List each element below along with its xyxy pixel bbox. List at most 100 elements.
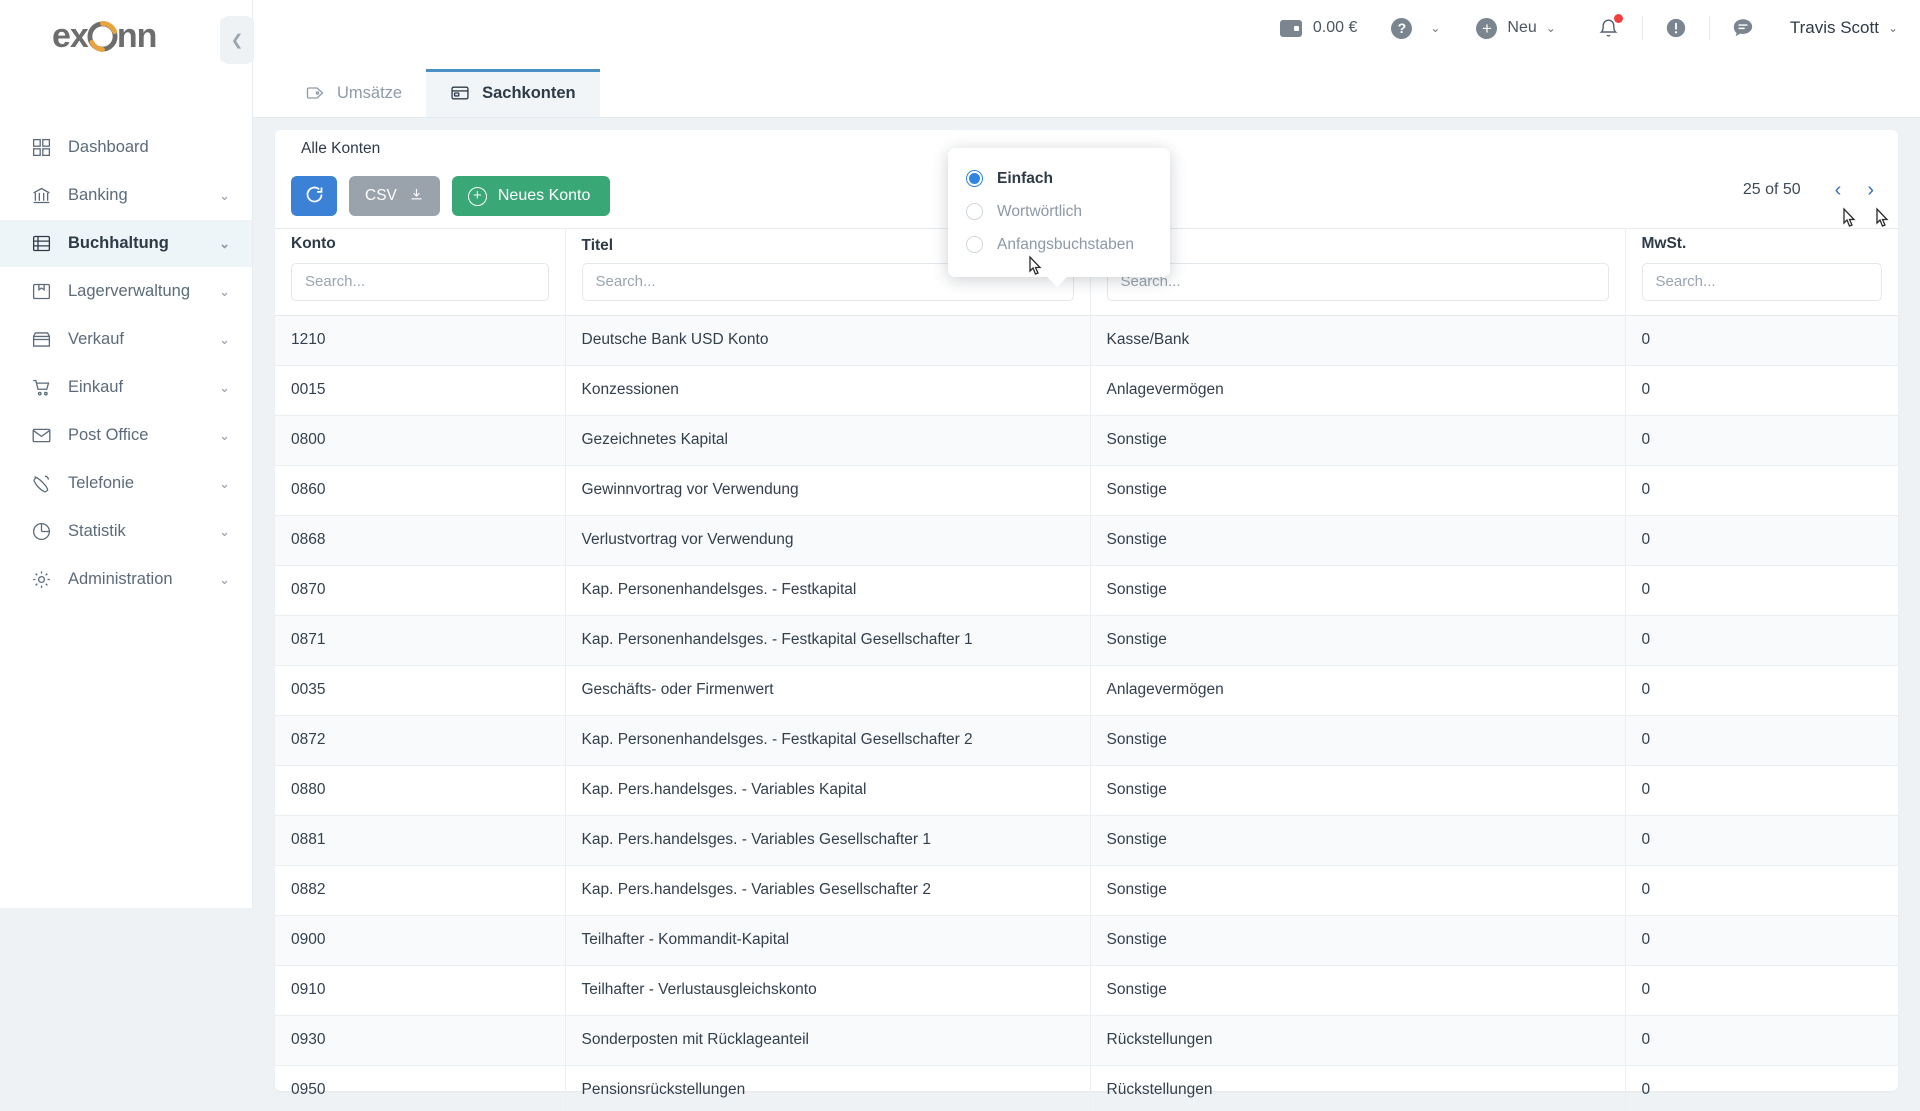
cart-icon (30, 377, 52, 399)
accounts-table: Konto Titel MwSt. Search... Search... Se… (275, 228, 1898, 1111)
table-row[interactable]: 1210 Deutsche Bank USD Konto Kasse/Bank 0 (275, 315, 1898, 366)
ledger-icon (30, 233, 52, 255)
sidebar-item-dashboard[interactable]: Dashboard (0, 124, 252, 171)
chevron-down-icon: ⌄ (219, 571, 230, 587)
sidebar-item-post-office[interactable]: Post Office ⌄ (0, 412, 252, 459)
new-account-button[interactable]: + Neues Konto (451, 176, 611, 216)
cell-titel: Kap. Personenhandelsges. - Festkapital G… (565, 615, 1091, 666)
chevron-down-icon: ⌄ (219, 283, 230, 299)
tab-sachkonten[interactable]: Sachkonten (426, 69, 600, 117)
pagination: 25 of 50 ‹ › (1743, 180, 1874, 200)
cell-titel: Gezeichnetes Kapital (565, 415, 1091, 466)
search-input-mwst[interactable] (1641, 262, 1882, 301)
cell-titel2: Sonstige (1090, 865, 1626, 916)
sidebar-collapse-button[interactable]: ❮ (220, 16, 254, 64)
cell-mwst: 0 (1625, 615, 1898, 666)
new-menu[interactable]: + Neu ⌄ (1476, 17, 1556, 39)
search-mode-label: Wortwörtlich (997, 202, 1082, 220)
table-row[interactable]: 0881 Kap. Pers.handelsges. - Variables Ge… (275, 815, 1898, 866)
sidebar-item-buchhaltung[interactable]: Buchhaltung ⌄ (0, 220, 252, 267)
cell-titel: Kap. Personenhandelsges. - Festkapital G… (565, 715, 1091, 766)
search-input-titel-2[interactable] (1106, 262, 1609, 301)
app-root: ex nn Dashboard Banking ⌄ Buchhaltung ⌄ … (0, 0, 1920, 1111)
sidebar-item-einkauf[interactable]: Einkauf ⌄ (0, 364, 252, 411)
table-row[interactable]: 0882 Kap. Pers.handelsges. - Variables Ge… (275, 865, 1898, 916)
top-bar: 0.00 € ? ⌄ + Neu ⌄ Travis Scott ⌄ (253, 0, 1920, 56)
column-label: Konto (291, 235, 336, 252)
wallet-balance[interactable]: 0.00 € (1279, 19, 1357, 37)
cell-titel2: Sonstige (1090, 415, 1626, 466)
sidebar-item-lagerverwaltung[interactable]: Lagerverwaltung ⌄ (0, 268, 252, 315)
search-mode-option-einfach[interactable]: Einfach (948, 162, 1170, 195)
csv-export-button[interactable]: CSV (349, 176, 440, 216)
cell-konto: 0900 (275, 915, 566, 966)
table-row[interactable]: 0035 Geschäfts- oder Firmenwert Anlageverm… (275, 665, 1898, 716)
tab-umsaetze[interactable]: Umsätze (281, 69, 426, 117)
table-row[interactable]: 0900 Teilhafter - Kommandit-Kapital Sonsti… (275, 915, 1898, 966)
column-header-mwst[interactable]: MwSt. (1625, 228, 1898, 263)
cell-mwst: 0 (1625, 415, 1898, 466)
messages-button[interactable] (1730, 15, 1756, 41)
sidebar-item-label: Post Office (68, 426, 149, 444)
cell-titel: Kap. Personenhandelsges. - Festkapital (565, 565, 1091, 616)
cell-titel: Geschäfts- oder Firmenwert (565, 665, 1091, 716)
cell-titel: Kap. Pers.handelsges. - Variables Gesell… (565, 815, 1091, 866)
sidebar-item-label: Telefonie (68, 474, 135, 492)
table-row[interactable]: 0870 Kap. Personenhandelsges. - Festkapit… (275, 565, 1898, 616)
sidebar-item-label: Lagerverwaltung (68, 282, 190, 300)
table-row[interactable]: 0950 Pensionsrückstellungen Rückstellungen… (275, 1065, 1898, 1111)
cell-titel: Konzessionen (565, 365, 1091, 416)
table-row[interactable]: 0800 Gezeichnetes Kapital Sonstige 0 (275, 415, 1898, 466)
search-input-konto[interactable] (291, 262, 549, 301)
cell-mwst: 0 (1625, 965, 1898, 1016)
table-row[interactable]: 0871 Kap. Personenhandelsges. - Festkapit… (275, 615, 1898, 666)
notifications-button[interactable] (1596, 14, 1623, 41)
refresh-button[interactable] (291, 176, 337, 216)
alerts-button[interactable] (1663, 15, 1689, 41)
table-row[interactable]: 0868 Verlustvortrag vor Verwendung Sonstig… (275, 515, 1898, 566)
cell-mwst: 0 (1625, 715, 1898, 766)
search-mode-option-wortwoertlich[interactable]: Wortwörtlich (948, 195, 1170, 228)
column-header-konto[interactable]: Konto (275, 228, 566, 263)
tag-icon (305, 83, 325, 103)
radio-icon (966, 203, 983, 220)
logo[interactable]: ex nn (0, 0, 252, 72)
accounts-table-wrap: Konto Titel MwSt. Search... Search... Se… (275, 228, 1898, 1111)
sidebar-item-telefonie[interactable]: Telefonie ⌄ (0, 460, 252, 507)
divider (1708, 16, 1710, 40)
sidebar-item-statistik[interactable]: Statistik ⌄ (0, 508, 252, 555)
card-icon (450, 83, 470, 103)
pie-chart-icon (30, 521, 52, 543)
table-row[interactable]: 0910 Teilhafter - Verlustausgleichskonto S… (275, 965, 1898, 1016)
table-row[interactable]: 0872 Kap. Personenhandelsges. - Festkapit… (275, 715, 1898, 766)
notification-badge (1613, 14, 1623, 23)
user-menu[interactable]: Travis Scott ⌄ (1790, 18, 1898, 38)
table-row[interactable]: 0930 Sonderposten mit Rücklageanteil Rücks… (275, 1015, 1898, 1066)
box-icon (30, 281, 52, 303)
cell-titel: Kap. Pers.handelsges. - Variables Kapita… (565, 765, 1091, 816)
sidebar-item-banking[interactable]: Banking ⌄ (0, 172, 252, 219)
table-row[interactable]: 0860 Gewinnvortrag vor Verwendung Sonstige… (275, 465, 1898, 516)
sidebar-item-verkauf[interactable]: Verkauf ⌄ (0, 316, 252, 363)
chevron-down-icon: ⌄ (1887, 21, 1898, 35)
pagination-count: 25 of 50 (1742, 181, 1801, 198)
cell-titel2: Kasse/Bank (1090, 315, 1626, 366)
pagination-prev-button[interactable]: ‹ (1835, 180, 1842, 200)
radio-icon (966, 236, 983, 253)
column-header-titel-2[interactable]: Titel (1090, 228, 1626, 263)
sidebar-item-label: Dashboard (68, 138, 149, 156)
cell-mwst: 0 (1625, 465, 1898, 516)
cell-titel2: Sonstige (1090, 815, 1626, 866)
pagination-next-button[interactable]: › (1867, 180, 1874, 200)
sidebar-item-administration[interactable]: Administration ⌄ (0, 556, 252, 603)
toolbar: CSV + Neues Konto 25 of 50 ‹ › Einfach W… (275, 148, 1898, 287)
cell-mwst: 0 (1625, 1065, 1898, 1111)
search-cell-mwst (1625, 262, 1898, 316)
table-row[interactable]: 0015 Konzessionen Anlagevermögen 0 (275, 365, 1898, 416)
subtab-alle-konten[interactable]: Alle Konten (285, 132, 397, 166)
search-mode-option-anfangsbuchstaben[interactable]: Anfangsbuchstaben (948, 228, 1170, 261)
logo-swirl-icon (87, 20, 118, 52)
tab-label: Umsätze (337, 83, 403, 102)
table-row[interactable]: 0880 Kap. Pers.handelsges. - Variables Ka… (275, 765, 1898, 816)
help-menu[interactable]: ? ⌄ (1391, 17, 1440, 39)
